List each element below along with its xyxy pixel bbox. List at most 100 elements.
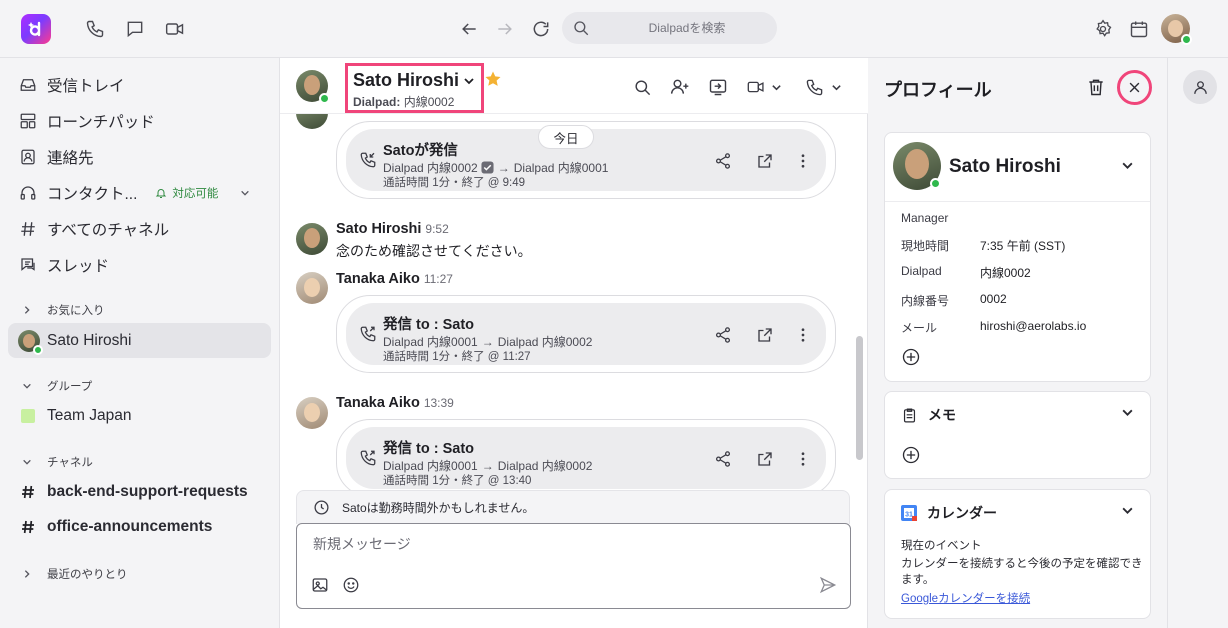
field-local-time: 7:35 午前 (SST) xyxy=(980,239,1066,253)
calendar-icon[interactable] xyxy=(1127,17,1151,41)
dialpad-logo[interactable] xyxy=(21,14,51,44)
share-icon[interactable] xyxy=(712,324,734,346)
screen-share-icon[interactable] xyxy=(706,75,730,99)
sidebar-item-sato-hiroshi[interactable]: Sato Hiroshi xyxy=(8,323,271,358)
field-key: メール xyxy=(901,321,938,335)
call-title: 発信 to : Sato xyxy=(383,317,475,333)
search-icon[interactable] xyxy=(630,75,654,99)
call-card-inner: 発信 to : Sato Dialpad 内線0001 → Dialpad 内線… xyxy=(346,427,826,489)
section-favorites[interactable]: お気に入り xyxy=(22,300,105,320)
sidebar-item-threads[interactable]: スレッド xyxy=(8,248,271,282)
sidebar-item-channel[interactable]: office-announcements xyxy=(8,510,271,544)
user-avatar[interactable] xyxy=(1161,14,1192,45)
chat-subtitle-label: Dialpad: xyxy=(353,95,401,109)
threads-icon xyxy=(18,255,38,275)
calendar-link-wrap: Googleカレンダーを接続 xyxy=(901,590,1030,606)
avatar xyxy=(893,142,941,190)
field-email[interactable]: hiroshi@aerolabs.io xyxy=(980,319,1086,333)
avatar[interactable] xyxy=(296,70,330,104)
message-icon[interactable] xyxy=(123,17,147,41)
calendar-header[interactable]: 31 カレンダー xyxy=(901,503,997,523)
call-card-inner: 発信 to : Sato Dialpad 内線0001 → Dialpad 内線… xyxy=(346,303,826,365)
left-sidebar: 受信トレイ ローンチパッド 連絡先 コンタクト... 対応可能 すべてのチャネル… xyxy=(0,58,280,628)
chevron-down-icon[interactable] xyxy=(770,75,782,99)
sidebar-item-team-japan[interactable]: Team Japan xyxy=(8,399,271,433)
video-icon[interactable] xyxy=(163,17,187,41)
search-bar[interactable] xyxy=(562,12,777,44)
sidebar-item-launchpad[interactable]: ローンチパッド xyxy=(8,104,271,138)
chat-subtitle: Dialpad: 内線0002 xyxy=(353,93,476,110)
clock-icon xyxy=(313,499,330,516)
phone-icon[interactable] xyxy=(83,17,107,41)
trash-icon[interactable] xyxy=(1086,77,1106,97)
launchpad-icon xyxy=(18,111,38,131)
chevron-down-icon[interactable] xyxy=(1121,159,1134,172)
calendar-card: 31 カレンダー 現在のイベント カレンダーを接続すると今後の予定を確認できます… xyxy=(884,489,1151,619)
star-icon[interactable] xyxy=(484,70,502,88)
chat-title-highlight[interactable]: Sato Hiroshi Dialpad: 内線0002 xyxy=(345,63,484,113)
chat-title[interactable]: Sato Hiroshi xyxy=(353,70,476,91)
open-external-icon[interactable] xyxy=(754,448,776,470)
section-recent[interactable]: 最近のやりとり xyxy=(22,564,128,584)
chat-subtitle-value: 内線0002 xyxy=(403,95,455,109)
image-attach-icon[interactable] xyxy=(309,574,331,596)
chevron-down-icon xyxy=(22,457,36,467)
section-channels[interactable]: チャネル xyxy=(22,452,93,472)
memo-card: メモ xyxy=(884,391,1151,479)
message-sender[interactable]: Tanaka Aiko xyxy=(336,271,420,287)
memo-header[interactable]: メモ xyxy=(901,405,956,425)
share-icon[interactable] xyxy=(712,448,734,470)
profile-role: Manager xyxy=(901,211,949,225)
message-sender[interactable]: Tanaka Aiko xyxy=(336,395,420,411)
sidebar-item-channel[interactable]: back-end-support-requests xyxy=(8,475,271,509)
call-card: 発信 to : Sato Dialpad 内線0001 → Dialpad 内線… xyxy=(336,295,836,373)
refresh-icon[interactable] xyxy=(529,17,553,41)
connect-google-calendar-link[interactable]: Googleカレンダーを接続 xyxy=(901,593,1030,605)
share-icon[interactable] xyxy=(712,150,734,172)
settings-gear-icon[interactable] xyxy=(1091,17,1115,41)
close-button[interactable] xyxy=(1117,70,1152,105)
field-key: 内線番号 xyxy=(901,294,950,308)
svg-text:31: 31 xyxy=(905,512,913,519)
forward-arrow-icon[interactable] xyxy=(493,17,517,41)
search-input[interactable] xyxy=(612,21,762,35)
presence-indicator xyxy=(1181,34,1192,45)
sidebar-item-inbox[interactable]: 受信トレイ xyxy=(8,68,271,102)
add-field-icon[interactable] xyxy=(901,347,921,367)
open-external-icon[interactable] xyxy=(754,324,776,346)
send-icon[interactable] xyxy=(817,574,839,596)
section-label: グループ xyxy=(47,381,93,393)
more-vertical-icon[interactable] xyxy=(792,324,814,346)
divider xyxy=(885,201,1150,202)
add-memo-icon[interactable] xyxy=(901,445,921,465)
chevron-down-icon[interactable] xyxy=(1121,406,1134,419)
profile-toggle-button[interactable] xyxy=(1183,70,1217,104)
presence-indicator xyxy=(319,93,330,104)
field-key: 現地時間 xyxy=(901,239,950,253)
message-sender[interactable]: Sato Hiroshi xyxy=(336,221,421,237)
more-vertical-icon[interactable] xyxy=(792,448,814,470)
sidebar-item-contacts[interactable]: 連絡先 xyxy=(8,140,271,174)
open-external-icon[interactable] xyxy=(754,150,776,172)
more-vertical-icon[interactable] xyxy=(792,150,814,172)
date-divider: 今日 xyxy=(538,125,594,149)
section-groups[interactable]: グループ xyxy=(22,376,92,396)
chevron-down-icon[interactable] xyxy=(1121,504,1134,517)
back-arrow-icon[interactable] xyxy=(457,17,481,41)
video-call-icon[interactable] xyxy=(744,75,768,99)
availability-status[interactable]: 対応可能 xyxy=(155,185,250,201)
chevron-down-icon[interactable] xyxy=(830,75,842,99)
emoji-icon[interactable] xyxy=(340,574,362,596)
profile-panel: プロフィール Sato Hiroshi Manager 現地時間 7:35 午前… xyxy=(868,58,1168,628)
add-person-icon[interactable] xyxy=(668,75,692,99)
presence-indicator xyxy=(930,178,941,189)
verified-check-icon xyxy=(481,161,494,174)
sidebar-item-contact-center[interactable]: コンタクト... 対応可能 xyxy=(8,176,271,210)
message-input[interactable] xyxy=(313,536,793,552)
sidebar-item-label: スレッド xyxy=(47,258,110,275)
sidebar-item-all-channels[interactable]: すべてのチャネル xyxy=(8,212,271,246)
phone-call-icon[interactable] xyxy=(802,75,826,99)
chat-title-text: Sato Hiroshi xyxy=(353,70,460,90)
chat-scrollbar[interactable] xyxy=(856,336,863,460)
close-icon xyxy=(1127,80,1142,95)
